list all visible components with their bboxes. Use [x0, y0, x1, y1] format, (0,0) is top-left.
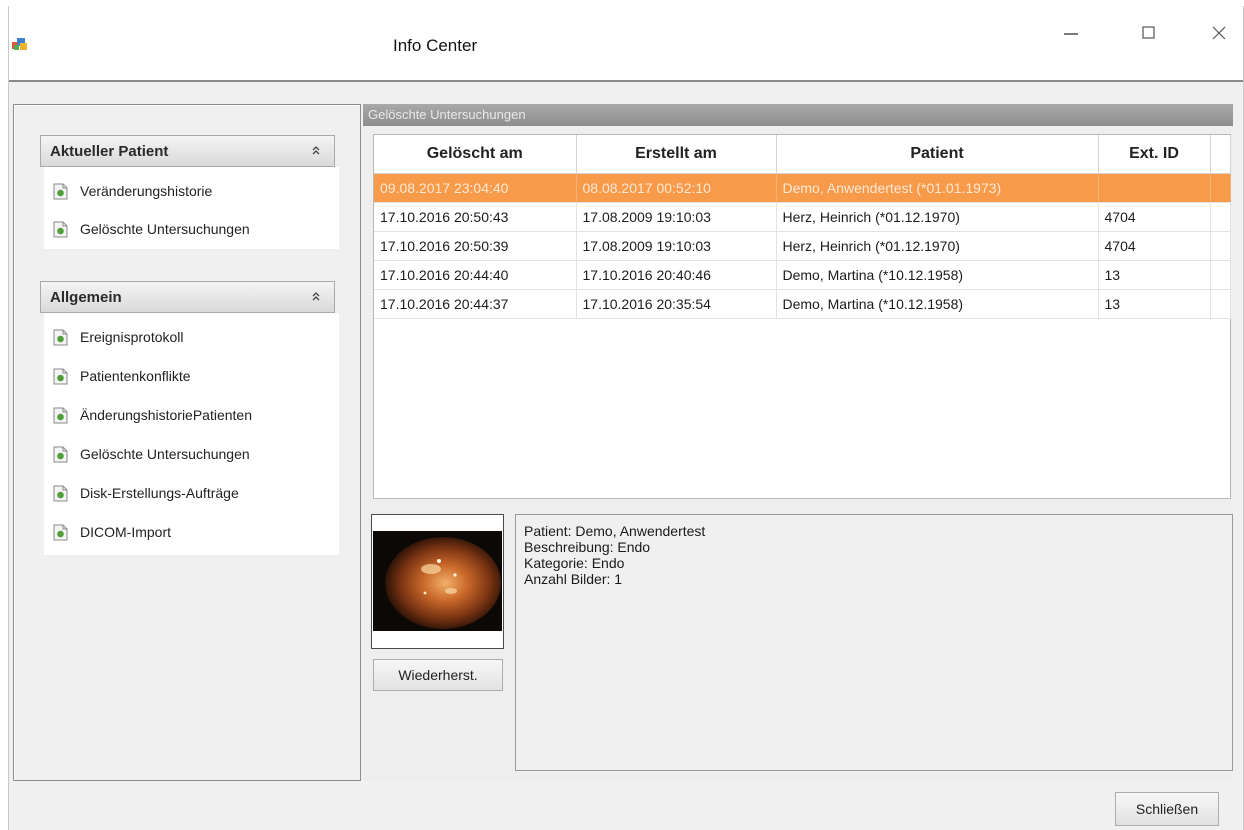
table-cell: Demo, Martina (*10.12.1958) — [776, 289, 1099, 319]
restore-button[interactable]: Wiederherst. — [373, 659, 503, 691]
table-cell: Herz, Heinrich (*01.12.1970) — [776, 231, 1099, 261]
group-header-current-patient[interactable]: Aktueller Patient — [40, 135, 335, 167]
collapse-chevron-icon — [312, 292, 320, 301]
collapse-chevron-icon — [312, 146, 320, 155]
nav-item-label: Patientenkonflikte — [80, 368, 191, 384]
nav-item-label: Veränderungshistorie — [80, 183, 213, 199]
nav-item-deleted-examinations-patient[interactable]: Gelöschte Untersuchungen — [53, 218, 250, 240]
group-header-label: Aktueller Patient — [50, 143, 169, 160]
nav-item-change-history[interactable]: Veränderungshistorie — [53, 180, 212, 202]
table-cell: 17.10.2016 20:44:37 — [374, 289, 577, 319]
document-icon — [53, 446, 68, 462]
nav-item-patient-conflicts[interactable]: Patientenkonflikte — [53, 365, 191, 387]
table-row[interactable]: 17.10.2016 20:50:39 17.08.2009 19:10:03 … — [374, 231, 1231, 261]
table-row[interactable]: 17.10.2016 20:44:40 17.10.2016 20:40:46 … — [374, 260, 1231, 290]
examination-details: Patient: Demo, Anwendertest Beschreibung… — [515, 514, 1233, 771]
nav-item-event-log[interactable]: Ereignisprotokoll — [53, 326, 184, 348]
table-cell — [1098, 173, 1211, 203]
table-cell: Demo, Martina (*10.12.1958) — [776, 260, 1099, 290]
table-cell: Demo, Anwendertest (*01.01.1973) — [776, 173, 1099, 203]
table-cell-filler — [1210, 202, 1231, 232]
document-icon — [53, 183, 68, 199]
table-cell: 09.08.2017 23:04:40 — [374, 173, 577, 203]
detail-patient: Patient: Demo, Anwendertest — [524, 523, 706, 539]
deleted-examinations-grid[interactable]: Gelöscht am Erstellt am Patient Ext. ID … — [373, 134, 1231, 499]
nav-item-deleted-examinations[interactable]: Gelöschte Untersuchungen — [53, 443, 250, 465]
navigation-panel: Aktueller Patient Veränderungshistorie G… — [13, 104, 361, 781]
table-cell: 17.10.2016 20:50:39 — [374, 231, 577, 261]
nav-item-label: Gelöschte Untersuchungen — [80, 446, 250, 462]
document-icon — [53, 329, 68, 345]
column-header-ext-id[interactable]: Ext. ID — [1098, 135, 1211, 174]
nav-item-patient-change-history[interactable]: ÄnderungshistoriePatienten — [53, 404, 252, 426]
table-cell: 17.10.2016 20:35:54 — [576, 289, 777, 319]
minimize-icon — [1064, 33, 1078, 35]
nav-item-label: Disk-Erstellungs-Aufträge — [80, 485, 239, 501]
window-title: Info Center — [393, 36, 478, 55]
detail-category: Kategorie: Endo — [524, 555, 625, 571]
data-table: Gelöscht am Erstellt am Patient Ext. ID … — [374, 135, 1231, 319]
table-cell: 4704 — [1098, 202, 1211, 232]
document-icon — [53, 407, 68, 423]
table-header-row: Gelöscht am Erstellt am Patient Ext. ID — [374, 135, 1231, 174]
close-window-button[interactable] — [1199, 20, 1239, 46]
table-cell: Herz, Heinrich (*01.12.1970) — [776, 202, 1099, 232]
close-button[interactable]: Schließen — [1115, 792, 1219, 826]
table-cell: 17.08.2009 19:10:03 — [576, 231, 777, 261]
group-header-general[interactable]: Allgemein — [40, 281, 335, 313]
app-window: Info Center Aktueller Patient Veränderun… — [8, 6, 1244, 830]
table-cell: 17.10.2016 20:50:43 — [374, 202, 577, 232]
nav-item-label: Gelöschte Untersuchungen — [80, 221, 250, 237]
table-cell: 4704 — [1098, 231, 1211, 261]
detail-description: Beschreibung: Endo — [524, 539, 651, 555]
panel-title: Gelöschte Untersuchungen — [363, 104, 1233, 126]
table-cell: 17.10.2016 20:40:46 — [576, 260, 777, 290]
table-cell: 17.08.2009 19:10:03 — [576, 202, 777, 232]
detail-image-count: Anzahl Bilder: 1 — [524, 571, 623, 587]
endoscopy-photo — [373, 531, 502, 631]
document-icon — [53, 368, 68, 384]
title-bar: Info Center — [9, 6, 1243, 82]
column-header-filler — [1210, 135, 1231, 174]
table-row[interactable]: 17.10.2016 20:50:43 17.08.2009 19:10:03 … — [374, 202, 1231, 232]
table-cell: 17.10.2016 20:44:40 — [374, 260, 577, 290]
maximize-button[interactable] — [1129, 20, 1169, 46]
close-icon — [1212, 26, 1226, 40]
table-cell: 13 — [1098, 260, 1211, 290]
document-icon — [53, 485, 68, 501]
column-header-created-at[interactable]: Erstellt am — [576, 135, 777, 174]
app-icon — [12, 38, 27, 50]
minimize-button[interactable] — [1051, 20, 1091, 46]
column-header-deleted-at[interactable]: Gelöscht am — [374, 135, 577, 174]
table-cell-filler — [1210, 289, 1231, 319]
table-row[interactable]: 09.08.2017 23:04:40 08.08.2017 00:52:10 … — [374, 173, 1231, 203]
table-cell-filler — [1210, 231, 1231, 261]
group-body-current-patient: Veränderungshistorie Gelöschte Untersuch… — [44, 167, 339, 249]
group-header-label: Allgemein — [50, 289, 122, 306]
nav-item-label: DICOM-Import — [80, 524, 171, 540]
table-cell: 08.08.2017 00:52:10 — [576, 173, 777, 203]
table-row[interactable]: 17.10.2016 20:44:37 17.10.2016 20:35:54 … — [374, 289, 1231, 319]
document-icon — [53, 524, 68, 540]
group-body-general: Ereignisprotokoll Patientenkonflikte Änd… — [44, 313, 339, 555]
examination-thumbnail[interactable] — [371, 514, 504, 649]
nav-item-label: ÄnderungshistoriePatienten — [80, 407, 253, 423]
endoscopy-image — [373, 531, 502, 631]
table-cell-filler — [1210, 260, 1231, 290]
column-header-patient[interactable]: Patient — [776, 135, 1099, 174]
table-cell-filler — [1210, 173, 1231, 203]
nav-item-label: Ereignisprotokoll — [80, 329, 184, 345]
nav-item-disk-creation-jobs[interactable]: Disk-Erstellungs-Aufträge — [53, 482, 239, 504]
table-cell: 13 — [1098, 289, 1211, 319]
maximize-icon — [1142, 26, 1155, 39]
nav-item-dicom-import[interactable]: DICOM-Import — [53, 521, 171, 543]
document-icon — [53, 221, 68, 237]
deleted-examinations-panel: Gelöschte Untersuchungen Gelöscht am Ers… — [363, 104, 1233, 781]
